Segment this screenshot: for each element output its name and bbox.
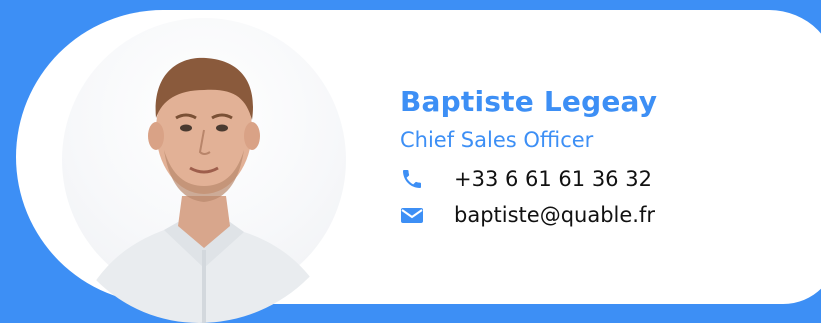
profile-photo bbox=[54, 0, 354, 323]
email-row[interactable]: baptiste@quable.fr bbox=[400, 200, 657, 230]
job-title: Chief Sales Officer bbox=[400, 128, 594, 152]
person-portrait bbox=[74, 57, 336, 323]
envelope-icon bbox=[400, 201, 428, 229]
email-address[interactable]: baptiste@quable.fr bbox=[454, 203, 655, 227]
contact-info: Baptiste Legeay Chief Sales Officer +33 … bbox=[400, 84, 657, 230]
signature-card: Baptiste Legeay Chief Sales Officer +33 … bbox=[16, 10, 821, 323]
person-name: Baptiste Legeay bbox=[400, 85, 658, 118]
phone-icon bbox=[400, 165, 428, 193]
phone-row[interactable]: +33 6 61 61 36 32 bbox=[400, 164, 657, 194]
phone-number[interactable]: +33 6 61 61 36 32 bbox=[454, 167, 652, 191]
